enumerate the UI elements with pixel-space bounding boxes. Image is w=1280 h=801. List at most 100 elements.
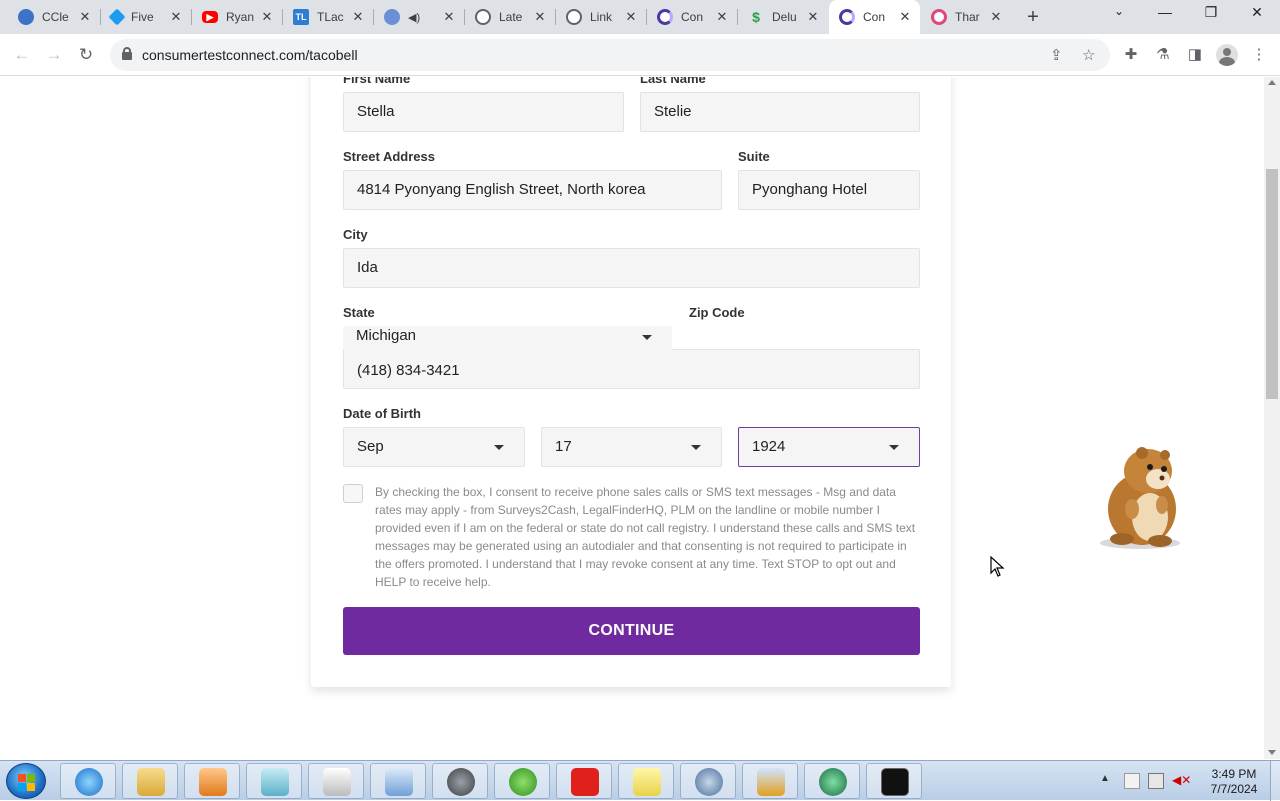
first-name-field[interactable]: Stella bbox=[343, 92, 624, 132]
url-text[interactable]: consumertestconnect.com/tacobell bbox=[142, 47, 358, 63]
extensions-icon[interactable]: ✚ bbox=[1122, 46, 1140, 64]
taskbar-media-player[interactable] bbox=[184, 763, 240, 799]
close-icon[interactable]: ✕ bbox=[167, 9, 185, 25]
close-icon[interactable]: ✕ bbox=[258, 9, 276, 25]
restore-button[interactable]: ❐ bbox=[1196, 4, 1226, 21]
cards-game-icon bbox=[323, 768, 351, 796]
taskbar-app[interactable] bbox=[246, 763, 302, 799]
browser-tab[interactable]: TL TLac ✕ bbox=[283, 0, 373, 34]
state-value: Michigan bbox=[356, 327, 417, 344]
taskbar-app[interactable] bbox=[680, 763, 736, 799]
close-icon[interactable]: ✕ bbox=[531, 9, 549, 25]
street-address-field[interactable]: 4814 Pyonyang English Street, North kore… bbox=[343, 170, 722, 210]
reload-icon[interactable]: ↻ bbox=[74, 43, 98, 67]
browser-tab[interactable]: Five ✕ bbox=[101, 0, 191, 34]
suite-field[interactable]: Pyonghang Hotel bbox=[738, 170, 920, 210]
state-select[interactable]: Michigan bbox=[343, 326, 672, 350]
scrollbar-thumb[interactable] bbox=[1266, 169, 1278, 399]
start-button[interactable] bbox=[6, 763, 46, 799]
tab-title: Late bbox=[499, 10, 523, 24]
taskbar-internet-explorer[interactable] bbox=[60, 763, 116, 799]
action-center-flag-icon[interactable] bbox=[1124, 773, 1140, 789]
lock-icon[interactable] bbox=[122, 47, 132, 60]
last-name-field[interactable]: Stelie bbox=[640, 92, 920, 132]
suite-label: Suite bbox=[738, 149, 770, 164]
network-icon[interactable] bbox=[1148, 773, 1164, 789]
browser-tab[interactable]: Thar ✕ bbox=[921, 0, 1011, 34]
last-name-label: Last Name bbox=[640, 77, 706, 86]
close-icon[interactable]: ✕ bbox=[622, 9, 640, 25]
lab-flask-icon[interactable]: ⚗ bbox=[1154, 46, 1172, 64]
taskbar-utorrent[interactable] bbox=[494, 763, 550, 799]
windows-taskbar: ▲ ◀✕ 3:49 PM 7/7/2024 bbox=[0, 760, 1280, 801]
close-icon[interactable]: ✕ bbox=[896, 9, 914, 25]
close-icon[interactable]: ✕ bbox=[76, 9, 94, 25]
clock-date: 7/7/2024 bbox=[1210, 782, 1258, 796]
close-icon[interactable]: ✕ bbox=[440, 9, 458, 25]
taskbar-app[interactable] bbox=[804, 763, 860, 799]
city-field[interactable]: Ida bbox=[343, 248, 920, 288]
close-icon[interactable]: ✕ bbox=[804, 9, 822, 25]
close-icon[interactable]: ✕ bbox=[987, 9, 1005, 25]
command-prompt-icon bbox=[881, 768, 909, 796]
continue-button[interactable]: CONTINUE bbox=[343, 607, 920, 655]
dob-day-select[interactable]: 17 bbox=[541, 427, 722, 467]
kebab-menu-icon[interactable]: ⋮ bbox=[1250, 46, 1268, 64]
volume-muted-icon[interactable]: ◀✕ bbox=[1172, 773, 1191, 789]
consent-checkbox[interactable] bbox=[343, 484, 363, 503]
browser-tab[interactable]: $ Delu ✕ bbox=[738, 0, 828, 34]
swirl-icon bbox=[839, 9, 855, 25]
show-desktop-button[interactable] bbox=[1270, 761, 1280, 801]
taskbar-sticky-notes[interactable] bbox=[618, 763, 674, 799]
taskbar-file-explorer[interactable] bbox=[122, 763, 178, 799]
taskbar-app[interactable] bbox=[308, 763, 364, 799]
dob-month-select[interactable]: Sep bbox=[343, 427, 525, 467]
browser-tab[interactable]: Late ✕ bbox=[465, 0, 555, 34]
chevron-down-icon bbox=[642, 335, 652, 340]
tab-title: Thar bbox=[955, 10, 980, 24]
taskbar-downloader[interactable] bbox=[556, 763, 612, 799]
browser-tab[interactable]: ◀) ✕ bbox=[374, 0, 464, 34]
close-icon[interactable]: ✕ bbox=[713, 9, 731, 25]
fiverr-icon bbox=[108, 8, 126, 26]
youtube-icon: ▶ bbox=[202, 11, 218, 23]
consent-text: By checking the box, I consent to receiv… bbox=[375, 485, 916, 589]
browser-tab[interactable]: Con ✕ bbox=[647, 0, 737, 34]
city-label: City bbox=[343, 227, 368, 242]
audio-tab-icon bbox=[384, 9, 400, 25]
new-tab-button[interactable]: + bbox=[1022, 6, 1044, 29]
browser-tab[interactable]: CCle ✕ bbox=[8, 0, 100, 34]
dollar-icon: $ bbox=[752, 9, 760, 25]
zip-code-field[interactable] bbox=[673, 326, 921, 348]
minimize-button[interactable]: — bbox=[1150, 4, 1180, 20]
close-window-button[interactable]: ✕ bbox=[1242, 4, 1272, 21]
close-icon[interactable]: ✕ bbox=[349, 9, 367, 25]
bookmark-star-icon[interactable]: ☆ bbox=[1082, 46, 1095, 64]
system-clock[interactable]: 3:49 PM 7/7/2024 bbox=[1204, 767, 1264, 797]
browser-tab-active[interactable]: Con ✕ bbox=[829, 0, 920, 34]
scroll-down-icon[interactable] bbox=[1268, 750, 1276, 755]
profile-avatar[interactable] bbox=[1216, 44, 1238, 66]
taskbar-command-prompt[interactable] bbox=[866, 763, 922, 799]
address-bar[interactable]: consumertestconnect.com/tacobell ⇪ ☆ bbox=[110, 39, 1110, 71]
phone-field[interactable]: (418) 834-3421 bbox=[343, 349, 920, 389]
tab-title: Con bbox=[681, 10, 704, 24]
back-icon[interactable]: ← bbox=[10, 43, 34, 67]
browser-toolbar: ← → ↻ consumertestconnect.com/tacobell ⇪… bbox=[0, 34, 1280, 76]
share-icon[interactable]: ⇪ bbox=[1050, 46, 1063, 64]
state-label: State bbox=[343, 305, 375, 320]
browser-tab[interactable]: Link ✕ bbox=[556, 0, 646, 34]
scroll-up-icon[interactable] bbox=[1268, 80, 1276, 85]
dob-year-select[interactable]: 1924 bbox=[738, 427, 920, 467]
side-panel-icon[interactable]: ◨ bbox=[1186, 46, 1204, 64]
tray-expand-icon[interactable]: ▲ bbox=[1100, 773, 1116, 789]
browser-tab[interactable]: ▶ Ryan ✕ bbox=[192, 0, 282, 34]
taskbar-app[interactable] bbox=[370, 763, 426, 799]
chevron-down-icon bbox=[691, 445, 701, 450]
taskbar-app[interactable] bbox=[742, 763, 798, 799]
forward-icon[interactable]: → bbox=[42, 43, 66, 67]
page-scrollbar[interactable] bbox=[1264, 77, 1280, 759]
speaker-icon[interactable]: ◀) bbox=[408, 11, 440, 24]
tab-search-icon[interactable]: ⌄ bbox=[1104, 4, 1134, 18]
taskbar-app[interactable] bbox=[432, 763, 488, 799]
